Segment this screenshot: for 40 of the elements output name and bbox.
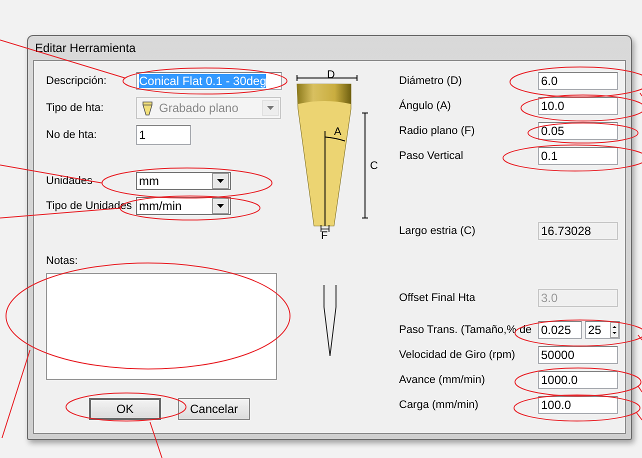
tool-icon [142, 100, 153, 116]
field-label: Notas: [46, 255, 78, 267]
field-label: Tipo de hta: [46, 102, 105, 114]
ok-button[interactable]: OK [89, 398, 161, 420]
window-title: Editar Herramienta [35, 41, 136, 55]
diagram-label: A [334, 126, 342, 138]
field-label: Avance (mm/min) [399, 374, 486, 386]
diagram-label: C [370, 160, 378, 172]
field-label: Paso Vertical [399, 150, 464, 162]
input-field[interactable]: 10.0 [538, 97, 618, 115]
input-field[interactable]: 100.0 [538, 396, 618, 414]
field-label: Radio plano (F) [399, 125, 476, 137]
field-label: No de hta: [46, 129, 98, 141]
field-label: Paso Trans. (Tamaño,% de [399, 324, 533, 336]
field-label: Unidades [46, 175, 94, 187]
input-field[interactable]: 1000.0 [538, 371, 618, 389]
input-field[interactable]: 0.1 [538, 147, 618, 165]
dropdown[interactable]: mm/min [136, 197, 231, 215]
input-field[interactable]: 0.025 [538, 321, 582, 339]
dropdown[interactable]: mm [136, 172, 231, 190]
field-label: Offset Final Hta [399, 292, 476, 304]
field-label: Ángulo (A) [399, 100, 452, 112]
input-field[interactable]: 1 [136, 125, 191, 145]
cancel-button[interactable]: Cancelar [178, 398, 250, 420]
input-field[interactable]: 6.0 [538, 72, 618, 90]
dropdown: Grabado plano [136, 97, 281, 119]
input-field[interactable]: 50000 [538, 346, 618, 364]
diagram-label: F [321, 230, 328, 242]
input-field: 16.73028 [538, 222, 618, 240]
field-label: Diámetro (D) [399, 75, 463, 87]
notes-textarea[interactable] [46, 273, 277, 380]
field-label: Velocidad de Giro (rpm) [399, 349, 516, 361]
tool-profile-drawing [323, 285, 337, 357]
spinner-field[interactable]: 25 [585, 321, 620, 339]
input-field[interactable]: 0.05 [538, 122, 618, 140]
input-field: 3.0 [538, 289, 618, 307]
field-label: Descripción: [46, 75, 108, 87]
field-label: Carga (mm/min) [399, 399, 480, 411]
spinner-arrows-icon[interactable] [610, 322, 619, 338]
field-label: Largo estria (C) [399, 225, 476, 237]
